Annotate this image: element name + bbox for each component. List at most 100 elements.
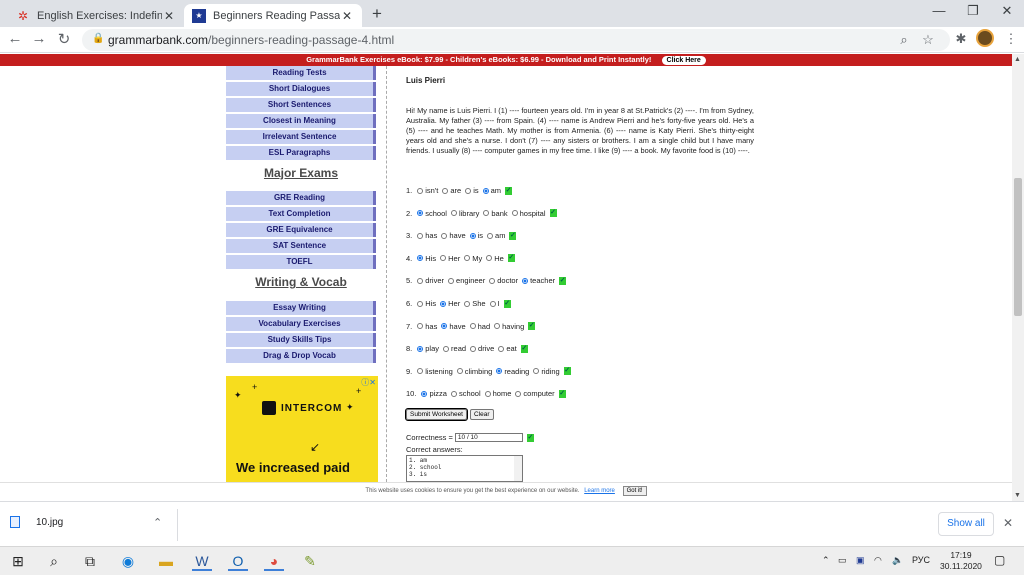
radio-button[interactable] — [440, 300, 447, 307]
battery-icon[interactable]: ▭ — [838, 555, 847, 566]
sidebar-item-drag-drop-vocab[interactable]: Drag & Drop Vocab — [226, 349, 376, 363]
answer-option[interactable]: computer — [515, 389, 555, 398]
edge-icon[interactable]: ◉ — [118, 551, 138, 571]
notification-icon[interactable]: ▢ — [994, 553, 1005, 567]
system-clock[interactable]: 17:19 30.11.2020 — [940, 550, 982, 572]
answer-option[interactable]: listening — [417, 367, 453, 376]
radio-button[interactable] — [450, 210, 457, 217]
reload-icon[interactable]: ↻ — [55, 30, 73, 48]
radio-button[interactable] — [482, 187, 489, 194]
scroll-up-icon[interactable]: ▲ — [1014, 56, 1021, 63]
radio-button[interactable] — [417, 277, 424, 284]
answer-option[interactable]: engineer — [448, 276, 485, 285]
minimize-icon[interactable]: — — [929, 3, 949, 18]
radio-button[interactable] — [469, 232, 476, 239]
answer-option[interactable]: library — [450, 209, 479, 218]
scrollbar-thumb[interactable] — [1014, 178, 1022, 316]
answer-option[interactable]: Her — [440, 254, 460, 263]
extensions-icon[interactable]: ✱ — [952, 31, 970, 47]
ad-choices-icon[interactable]: ⓘ✕ — [361, 377, 376, 388]
answer-option[interactable]: His — [417, 299, 436, 308]
radio-button[interactable] — [465, 187, 472, 194]
answer-option[interactable]: riding — [533, 367, 560, 376]
answer-option[interactable]: play — [417, 344, 439, 353]
answer-option[interactable]: My — [464, 254, 482, 263]
radio-button[interactable] — [441, 323, 448, 330]
radio-button[interactable] — [515, 390, 522, 397]
radio-button[interactable] — [421, 390, 428, 397]
address-bar[interactable]: 🔒 grammarbank.com/beginners-reading-pass… — [82, 29, 950, 51]
sidebar-item-essay-writing[interactable]: Essay Writing — [226, 301, 376, 315]
answer-option[interactable]: home — [484, 389, 511, 398]
radio-button[interactable] — [417, 255, 424, 262]
answer-option[interactable]: have — [441, 231, 466, 240]
answer-option[interactable]: drive — [470, 344, 494, 353]
radio-button[interactable] — [511, 210, 518, 217]
flag-icon[interactable]: ▣ — [856, 555, 865, 566]
menu-kebab-icon[interactable]: ⋮ — [1002, 31, 1020, 47]
start-windows-icon[interactable]: ⊞ — [8, 551, 28, 571]
word-icon[interactable]: W — [192, 551, 212, 571]
outlook-icon[interactable]: O — [228, 551, 248, 571]
volume-icon[interactable]: 🔈 — [892, 555, 903, 566]
radio-button[interactable] — [450, 390, 457, 397]
sidebar-item-short-dialogues[interactable]: Short Dialogues — [226, 82, 376, 96]
close-download-bar-icon[interactable]: ✕ — [1003, 516, 1013, 530]
sidebar-item-toefl[interactable]: TOEFL — [226, 255, 376, 269]
answer-option[interactable]: reading — [496, 367, 529, 376]
sidebar-item-gre-reading[interactable]: GRE Reading — [226, 191, 376, 205]
close-tab-icon[interactable]: ✕ — [340, 9, 354, 23]
radio-button[interactable] — [494, 323, 501, 330]
radio-button[interactable] — [417, 187, 424, 194]
profile-avatar[interactable] — [976, 29, 994, 47]
radio-button[interactable] — [496, 368, 503, 375]
answer-option[interactable]: had — [469, 322, 490, 331]
radio-button[interactable] — [533, 368, 540, 375]
answer-option[interactable]: bank — [483, 209, 508, 218]
restore-icon[interactable]: ❐ — [963, 3, 983, 19]
scroll-down-icon[interactable]: ▼ — [1014, 492, 1021, 499]
close-window-icon[interactable]: ✕ — [997, 3, 1017, 19]
answer-option[interactable]: She — [464, 299, 486, 308]
answer-option[interactable]: isn't — [417, 186, 438, 195]
answer-option[interactable]: climbing — [456, 367, 492, 376]
radio-button[interactable] — [469, 323, 476, 330]
answer-option[interactable]: have — [441, 322, 466, 331]
answer-option[interactable]: Her — [440, 299, 460, 308]
radio-button[interactable] — [417, 232, 424, 239]
answer-option[interactable]: is — [465, 186, 479, 195]
radio-button[interactable] — [417, 368, 424, 375]
answer-option[interactable]: eat — [498, 344, 517, 353]
answer-option[interactable]: read — [443, 344, 466, 353]
radio-button[interactable] — [484, 390, 491, 397]
download-item[interactable]: 10.jpg — [10, 516, 63, 528]
textarea-scrollbar[interactable] — [514, 456, 522, 481]
learn-more-link[interactable]: Learn more — [584, 488, 615, 494]
sidebar-item-irrelevant-sentence[interactable]: Irrelevant Sentence — [226, 130, 376, 144]
search-icon[interactable]: ⌕ — [44, 551, 64, 571]
radio-button[interactable] — [522, 277, 529, 284]
radio-button[interactable] — [487, 232, 494, 239]
sidebar-item-sat-sentence[interactable]: SAT Sentence — [226, 239, 376, 253]
correct-answers-textarea[interactable]: 1. am 2. school 3. is — [406, 455, 523, 482]
back-icon[interactable]: ← — [6, 30, 24, 47]
page-scrollbar[interactable]: ▲ ▼ — [1012, 54, 1024, 501]
radio-button[interactable] — [417, 323, 424, 330]
file-explorer-icon[interactable]: ▬ — [156, 551, 176, 571]
answer-option[interactable]: His — [417, 254, 436, 263]
forward-icon[interactable]: → — [30, 30, 48, 47]
tab-beginners-reading[interactable]: ★ Beginners Reading Passage 4 – G ✕ — [184, 4, 362, 27]
answer-option[interactable]: He — [486, 254, 504, 263]
answer-option[interactable]: having — [494, 322, 524, 331]
show-hidden-icons-icon[interactable]: ⌃ — [822, 555, 830, 566]
radio-button[interactable] — [483, 210, 490, 217]
answer-option[interactable]: pizza — [421, 389, 447, 398]
radio-button[interactable] — [489, 300, 496, 307]
sidebar-item-closest-in-meaning[interactable]: Closest in Meaning — [226, 114, 376, 128]
tab-english-exercises[interactable]: ✲ English Exercises: Indefinite articl ✕ — [8, 4, 184, 27]
radio-button[interactable] — [498, 345, 505, 352]
sidebar-item-short-sentences[interactable]: Short Sentences — [226, 98, 376, 112]
radio-button[interactable] — [448, 277, 455, 284]
language-indicator[interactable]: РУС — [912, 555, 930, 565]
answer-option[interactable]: are — [442, 186, 461, 195]
